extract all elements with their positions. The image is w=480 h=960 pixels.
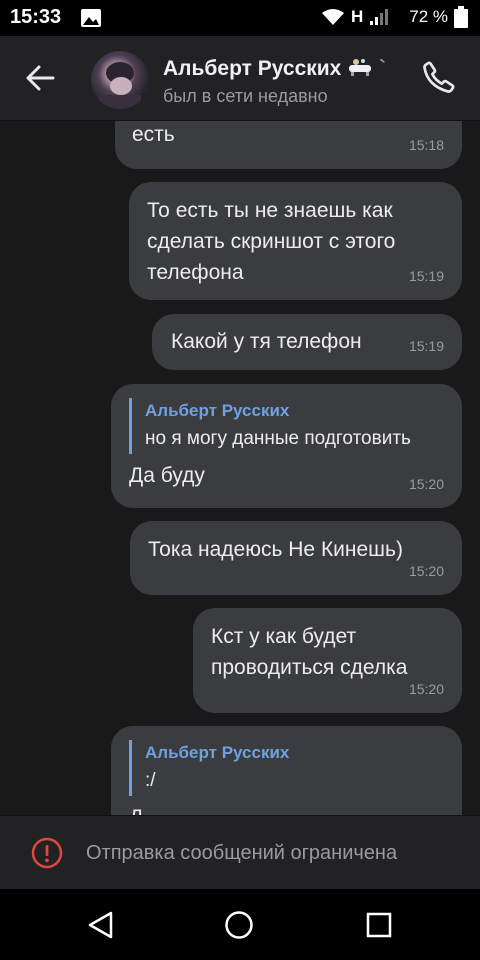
- status-time: 15:33: [10, 6, 62, 28]
- battery-percent: 72 %: [409, 7, 448, 26]
- chat-title[interactable]: Альберт Русских `: [163, 56, 386, 81]
- reply-quote[interactable]: Альберт Русских но я могу данные подгото…: [129, 398, 446, 454]
- message-bubble[interactable]: Тока надеюсь Не Кинешь) 15:20: [130, 521, 462, 595]
- message-time: 15:19: [408, 268, 444, 284]
- status-indicators: H 72 %: [321, 6, 468, 28]
- restriction-footer: Отправка сообщений ограничена: [0, 815, 480, 890]
- message-time: 15:18: [408, 137, 444, 153]
- message-bubble[interactable]: Альберт Русских но я могу данные подгото…: [111, 384, 462, 508]
- message-time: 15:20: [408, 563, 444, 579]
- call-button[interactable]: [420, 58, 458, 96]
- circle-home-icon: [225, 911, 253, 939]
- message-list[interactable]: есть 15:18 То есть ты не знаешь как сдел…: [0, 121, 480, 815]
- message-text: То есть ты не знаешь как сделать скриншо…: [147, 199, 396, 284]
- message-text: есть: [132, 123, 175, 146]
- reply-quote[interactable]: Альберт Русских :/: [129, 740, 446, 796]
- gallery-notification-icon: [80, 8, 102, 33]
- avatar[interactable]: [91, 51, 149, 109]
- message-bubble[interactable]: То есть ты не знаешь как сделать скриншо…: [129, 182, 462, 300]
- restriction-notice: Отправка сообщений ограничена: [86, 842, 398, 864]
- warning-icon: [31, 837, 63, 869]
- status-bar: 15:33 H 72 %: [0, 0, 480, 36]
- contact-status: был в сети недавно: [163, 86, 328, 106]
- message-time: 15:19: [408, 338, 444, 354]
- contact-name: Альберт Русских: [163, 57, 342, 80]
- chat-header: Альберт Русских ` был в сети недавно: [0, 36, 480, 121]
- signal-icon: [370, 9, 389, 25]
- back-button[interactable]: [22, 60, 58, 96]
- message-bubble[interactable]: Какой у тя телефон 15:19: [152, 314, 462, 370]
- battery-icon: [454, 6, 468, 28]
- bathtub-emoji-icon: [349, 59, 372, 76]
- message-text: Да буду: [129, 464, 205, 487]
- reply-author: Альберт Русских: [145, 401, 290, 420]
- message-bubble[interactable]: Кст у как будет проводиться сделка 15:20: [193, 608, 462, 713]
- reply-text: :/: [145, 770, 156, 791]
- system-navigation-bar: [0, 889, 480, 960]
- message-text: Какой у тя телефон: [171, 330, 362, 353]
- arrow-left-icon: [26, 65, 55, 91]
- square-recents-icon: [366, 912, 392, 938]
- nav-recents-button[interactable]: [363, 909, 395, 941]
- reply-author: Альберт Русских: [145, 743, 290, 762]
- message-text: Тока надеюсь Не Кинешь): [148, 538, 403, 561]
- nav-home-button[interactable]: [223, 909, 255, 941]
- wifi-icon: [321, 9, 344, 25]
- network-type: H: [350, 7, 364, 26]
- triangle-back-icon: [88, 911, 113, 939]
- message-time: 15:20: [408, 476, 444, 492]
- message-bubble[interactable]: Альберт Русских :/ Д: [111, 726, 462, 815]
- reply-text: но я могу данные подготовить: [145, 428, 411, 449]
- message-time: 15:20: [408, 681, 444, 697]
- phone-icon: [423, 61, 455, 93]
- message-text: Д: [129, 802, 446, 815]
- message-bubble[interactable]: есть 15:18: [115, 121, 462, 169]
- nav-back-button[interactable]: [85, 909, 117, 941]
